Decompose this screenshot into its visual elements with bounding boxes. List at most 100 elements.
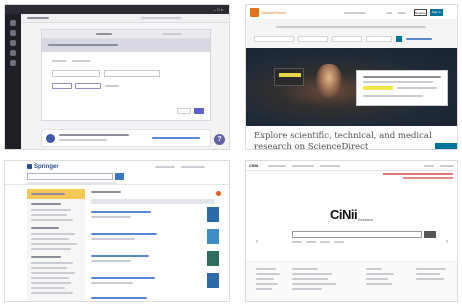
springer-thumbnail[interactable]: Springer [4,160,230,302]
footer-link[interactable] [292,283,336,285]
book-cover-image[interactable] [207,273,219,288]
footer-link[interactable] [416,268,446,270]
filter-item[interactable] [31,238,69,240]
filter-item[interactable] [31,209,71,211]
register-button[interactable]: Register [414,9,427,16]
footer-link[interactable] [292,288,322,290]
calendar-icon[interactable] [10,50,16,56]
carousel-next-icon[interactable]: › [446,239,448,245]
footer-link[interactable] [292,278,328,280]
filter-item[interactable] [31,243,77,245]
footer-link[interactable] [292,268,318,270]
keywords-input[interactable] [254,36,294,42]
header-link[interactable] [155,166,175,168]
calls-icon[interactable] [10,60,16,66]
help-button[interactable]: ? [214,134,225,145]
book-cover-image[interactable] [207,229,219,244]
footer-link[interactable] [292,273,332,275]
notice-text [403,177,453,179]
cancel-button[interactable] [177,108,191,114]
search-button[interactable] [115,173,124,180]
footer-link[interactable] [256,268,276,270]
filter-item[interactable] [31,214,67,216]
footer-link[interactable] [366,283,392,285]
teams-app-thumbnail[interactable]: – □ × ? [4,4,230,150]
search-button[interactable] [424,231,436,238]
carousel-prev-icon[interactable]: ‹ [256,239,258,245]
footer-link[interactable] [366,278,388,280]
teams-icon[interactable] [10,40,16,46]
search-input[interactable] [27,173,113,180]
footer-link[interactable] [256,283,278,285]
result-title-link[interactable] [91,211,151,213]
footer-link[interactable] [256,288,272,290]
header-link[interactable] [292,165,314,167]
advanced-search-link[interactable] [406,38,432,40]
language-switch[interactable] [440,165,454,167]
sciencedirect-thumbnail[interactable]: ScienceDirect Register Sign in Explore s… [245,4,458,150]
header-logo[interactable]: CiNii [249,163,258,168]
search-tab[interactable] [292,241,302,243]
header-link[interactable] [424,165,434,167]
author-input[interactable] [298,36,328,42]
search-tab[interactable] [306,241,316,243]
sign-in-button[interactable]: Sign in [430,9,443,16]
option-button[interactable] [75,83,101,89]
journal-input[interactable] [332,36,362,42]
elsevier-logo-icon[interactable] [250,8,259,17]
result-title-link[interactable] [91,255,149,257]
option-button[interactable] [52,83,72,89]
filter-item[interactable] [31,248,71,250]
cinii-logo: CiNiiResearch [330,207,373,222]
result-title-link[interactable] [91,297,147,299]
search-tab[interactable] [334,241,344,243]
book-cover-image[interactable] [207,207,219,222]
footer-link[interactable] [256,278,274,280]
text-input[interactable] [104,70,160,77]
filter-item[interactable] [31,272,75,274]
footer-link[interactable] [256,273,280,275]
header-link[interactable] [320,165,340,167]
filter-item[interactable] [31,292,73,294]
search-icon[interactable] [386,12,392,14]
search-input[interactable] [292,231,422,238]
header-link[interactable] [268,165,286,167]
feedback-button[interactable] [435,143,457,149]
volume-input[interactable] [366,36,392,42]
tab-one[interactable] [96,33,112,35]
filter-item[interactable] [31,233,75,235]
sort-bar[interactable] [91,199,215,204]
activity-icon[interactable] [10,20,16,26]
springer-logo[interactable]: Springer [27,164,59,170]
message-link[interactable] [152,137,200,139]
send-button[interactable] [194,108,204,114]
footer-link[interactable] [366,268,382,270]
result-title-link[interactable] [91,277,155,279]
filter-item[interactable] [31,287,65,289]
filter-item[interactable] [31,282,71,284]
footer-link[interactable] [366,273,394,275]
footer-link[interactable] [416,278,444,280]
tab-two[interactable] [162,33,182,35]
cinii-thumbnail[interactable]: CiNii CiNiiResearch ‹ › [245,160,458,302]
search-tab[interactable] [320,241,330,243]
text-input[interactable] [52,70,100,77]
promo-text [397,87,437,89]
book-cover-image[interactable] [207,251,219,266]
nav-link[interactable] [398,12,406,14]
nav-link[interactable] [344,12,366,14]
avatar [46,134,55,143]
result-title-link[interactable] [91,233,157,235]
header-link[interactable] [181,166,205,168]
rss-icon[interactable] [216,191,221,196]
filter-item[interactable] [31,267,67,269]
filter-item[interactable] [31,262,73,264]
chat-icon[interactable] [10,30,16,36]
filter-item[interactable] [31,277,69,279]
search-button[interactable] [396,36,402,42]
footer-link[interactable] [416,273,440,275]
header-search[interactable] [141,17,181,19]
site-brand[interactable]: ScienceDirect [261,10,286,15]
filter-item[interactable] [31,219,73,221]
window-controls[interactable]: – □ × [214,5,223,14]
